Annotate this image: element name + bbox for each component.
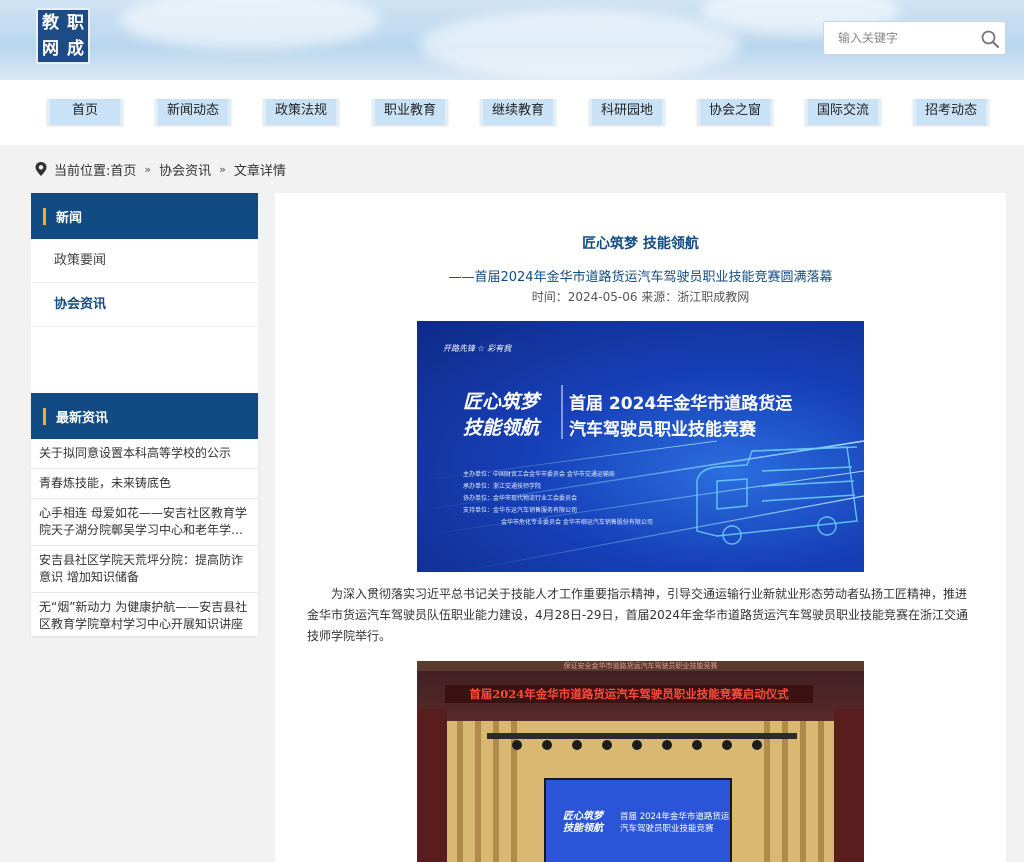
- logo-char: 职: [67, 13, 84, 33]
- poster-left-line2: 技能领航: [463, 417, 540, 439]
- screen-left-text: 匠心筑梦 技能领航: [563, 811, 603, 834]
- article-subtitle: ——首届2024年金华市道路货运汽车驾驶员职业技能竞赛圆满落幕: [448, 270, 833, 285]
- header-cloud: [120, 0, 380, 50]
- breadcrumb-current: 文章详情: [233, 163, 286, 179]
- article-title: 匠心筑梦 技能领航: [582, 236, 699, 252]
- header-accent-bar: [43, 407, 46, 425]
- breadcrumb-home[interactable]: 首页: [110, 160, 136, 179]
- logo-char: 成: [67, 39, 84, 59]
- breadcrumb-separator-icon: »: [144, 162, 152, 176]
- poster-credits: 主办单位：中国财贸工会金华市委员会 金华市交通运输局 承办单位：浙江交通技师学院…: [463, 471, 653, 526]
- breadcrumb: 当前位置: 首页 » 协会资讯 » 文章详情: [34, 158, 286, 180]
- screen-right-text: 首届 2024年金华市道路货运 汽车驾驶员职业技能竞赛: [620, 812, 730, 834]
- header-cloud: [420, 10, 740, 80]
- nav-item-home[interactable]: 首页: [47, 99, 123, 125]
- article-panel: 匠心筑梦 技能领航 ——首届2024年金华市道路货运汽车驾驶员职业技能竞赛圆满落…: [275, 193, 1006, 862]
- sidebar-news-title: 新闻: [56, 210, 83, 226]
- poster-right-line1: 首届 2024年金华市道路货运: [569, 394, 793, 414]
- poster-slogan: 开路先锋 ☆ 彩有我: [443, 344, 512, 353]
- site-header: 教 职 网 成: [0, 0, 1024, 80]
- truck-outline: [696, 446, 858, 545]
- latest-news-item[interactable]: 关于拟同意设置本科高等学校的公示: [31, 439, 258, 469]
- article-ceremony-photo: 保证安全金华市道路货运汽车驾驶员职业技能竞赛 首届2024年金华市道路货运汽车驾…: [417, 661, 864, 862]
- search-box: [823, 21, 1006, 55]
- sidebar-latest-header: 最新资讯: [31, 393, 258, 439]
- sidebar-item-association-news[interactable]: 协会资讯: [31, 283, 258, 327]
- article-body-text: 为深入贯彻落实习近平总书记关于技能人才工作重要指示精神，引导交通运输行业新就业形…: [307, 587, 969, 643]
- search-icon[interactable]: [979, 28, 1001, 50]
- latest-news-item[interactable]: 心手相连 母爱如花——安吉社区教育学院天子湖分院鄣吴学习中心和老年学校温馨开展母…: [31, 499, 258, 546]
- nav-item-international[interactable]: 国际交流: [805, 99, 881, 125]
- nav-item-news[interactable]: 新闻动态: [155, 99, 231, 125]
- sidebar-news-header: 新闻: [31, 193, 258, 239]
- logo-char: 教: [42, 13, 59, 33]
- sidebar-item-policy-news[interactable]: 政策要闻: [31, 239, 258, 283]
- header-accent-bar: [43, 207, 46, 225]
- sidebar-latest-panel: 最新资讯 关于拟同意设置本科高等学校的公示 青春炼技能，未来铸底色 心手相连 母…: [31, 393, 258, 636]
- nav-item-vocational[interactable]: 职业教育: [372, 99, 448, 125]
- search-input[interactable]: [824, 22, 974, 54]
- nav-item-research[interactable]: 科研园地: [589, 99, 665, 125]
- nav-item-policy[interactable]: 政策法规: [263, 99, 339, 125]
- site-logo[interactable]: 教 职 网 成: [36, 8, 90, 64]
- poster-left-line1: 匠心筑梦: [463, 391, 540, 413]
- nav-item-admissions[interactable]: 招考动态: [913, 99, 989, 125]
- location-pin-icon: [35, 162, 47, 176]
- article-meta: 时间：2024-05-06 来源：浙江职成教网: [531, 290, 750, 304]
- sidebar-news-panel: 新闻 政策要闻 协会资讯: [31, 193, 258, 393]
- logo-char: 网: [42, 39, 59, 59]
- nav-item-association[interactable]: 协会之窗: [697, 99, 773, 125]
- poster-right-line2: 汽车驾驶员职业技能竞赛: [569, 420, 756, 440]
- nav-item-continuing[interactable]: 继续教育: [480, 99, 556, 125]
- article-poster-image: 开路先锋 ☆ 彩有我 匠心筑梦 技能领航 首届 2024年金华市道路货运 汽车驾…: [417, 321, 864, 572]
- sidebar-latest-title: 最新资讯: [56, 410, 109, 426]
- breadcrumb-prefix: 当前位置:: [54, 163, 111, 179]
- latest-news-item[interactable]: 无“烟”新动力 为健康护航——安吉县社区教育学院章村学习中心开展知识讲座: [31, 593, 258, 639]
- poster-art: [417, 385, 864, 572]
- latest-news-item[interactable]: 安吉县社区学院天荒坪分院：提高防诈意识 增加知识储备: [31, 546, 258, 593]
- main-nav: 首页 新闻动态 政策法规 职业教育 继续教育 科研园地 协会之窗 国际交流 招考…: [0, 80, 1024, 145]
- breadcrumb-separator-icon: »: [219, 162, 226, 176]
- latest-news-item[interactable]: 青春炼技能，未来铸底色: [31, 469, 258, 499]
- breadcrumb-association-news[interactable]: 协会资讯: [159, 160, 211, 179]
